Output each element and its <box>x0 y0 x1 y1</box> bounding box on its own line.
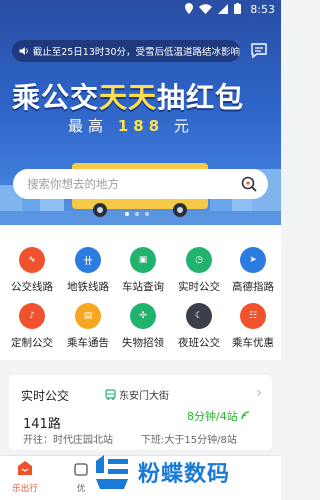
carousel-dot <box>125 212 129 216</box>
wifi-icon <box>199 3 212 14</box>
navigation-icon: ➤ <box>240 247 266 273</box>
grid-item-label: 地铁线路 <box>67 281 109 293</box>
bus-icon <box>105 389 116 400</box>
grid-item-label: 乘车优惠 <box>232 337 274 349</box>
location-icon <box>185 3 193 14</box>
battery-icon <box>234 3 241 14</box>
signal-icon <box>218 3 228 14</box>
discount-icon: ☷ <box>240 303 266 329</box>
next-bus-text: 下班:大于15分钟/8站 <box>141 435 237 446</box>
route-name: 141路 <box>23 417 61 432</box>
tab-label: 乐出行 <box>12 484 38 494</box>
grid-item-label: 实时公交 <box>178 281 220 293</box>
search-bar[interactable]: 搜索你想去的地方 <box>13 169 268 199</box>
watermark: 粉蝶数码 <box>92 452 230 492</box>
grid-item-custom-bus[interactable]: ♪ 定制公交 <box>4 303 60 363</box>
grid-item-label: 夜班公交 <box>178 337 220 349</box>
service-grid: ∿ 公交线路 卄 地铁线路 ▣ 车站查询 ◷ 实时公交 ➤ 高德指路 ♪ 定制公… <box>0 225 281 360</box>
banner-sub-prefix: 最高 <box>68 117 109 135</box>
watermark-logo-icon <box>96 455 128 489</box>
night-icon: ☾ <box>186 303 212 329</box>
bag-icon <box>74 463 88 476</box>
station-label: 东安门大街 <box>105 387 169 402</box>
grid-item-lost-found[interactable]: ✣ 失物招领 <box>115 303 171 363</box>
grid-item-notice[interactable]: ▤ 乘车通告 <box>60 303 116 363</box>
banner-title-highlight: 天天 <box>99 81 158 114</box>
grid-item-label: 失物招领 <box>122 337 164 349</box>
realtime-bus-card[interactable]: 实时公交 东安门大街 › 141路 8分钟/4站 开往：时代庄园北站 下班:大于… <box>9 375 272 450</box>
home-icon <box>18 461 32 475</box>
grid-item-label: 公交线路 <box>11 281 53 293</box>
search-icon[interactable] <box>240 175 258 193</box>
search-placeholder[interactable]: 搜索你想去的地方 <box>27 176 240 192</box>
chevron-right-icon[interactable]: › <box>256 385 262 401</box>
signal-wave-icon <box>241 411 250 420</box>
grid-item-label: 定制公交 <box>11 337 53 349</box>
custom-bus-icon: ♪ <box>19 303 45 329</box>
banner-subtitle: 最高 188 元 <box>68 115 194 136</box>
banner-title: 乘公交天天抽红包 <box>12 76 244 116</box>
notice-text: 截止至25日13时30分，受雪后低温道路结冰影响 <box>32 47 240 58</box>
carousel-dot <box>145 212 149 216</box>
grid-item-label: 高德指路 <box>232 281 274 293</box>
status-bar: 8:53 <box>0 0 281 20</box>
grid-item-navigation[interactable]: ➤ 高德指路 <box>225 247 281 307</box>
bus-route-icon: ∿ <box>19 247 45 273</box>
direction-text: 开往：时代庄园北站 <box>23 435 113 446</box>
realtime-icon: ◷ <box>186 247 212 273</box>
subway-icon: 卄 <box>75 247 101 273</box>
tab-le-chuxing[interactable]: 乐出行 <box>0 460 50 494</box>
puzzle-icon: ✣ <box>130 303 156 329</box>
grid-item-night-bus[interactable]: ☾ 夜班公交 <box>171 303 227 363</box>
grid-item-discount[interactable]: ☷ 乘车优惠 <box>225 303 281 363</box>
station-name: 东安门大街 <box>119 391 169 402</box>
grid-item-realtime[interactable]: ◷ 实时公交 <box>171 247 227 307</box>
notice-bar[interactable]: 截止至25日13时30分，受雪后低温道路结冰影响 <box>12 40 240 62</box>
station-icon: ▣ <box>130 247 156 273</box>
grid-item-station[interactable]: ▣ 车站查询 <box>115 247 171 307</box>
watermark-text: 粉蝶数码 <box>138 462 231 487</box>
arrival-text: 8分钟/4站 <box>187 410 238 423</box>
grid-item-label: 车站查询 <box>122 281 164 293</box>
grid-item-label: 乘车通告 <box>67 337 109 349</box>
carousel-dots <box>125 212 149 216</box>
banner-sub-unit: 元 <box>173 117 194 135</box>
banner-title-part3: 抽红包 <box>157 81 245 114</box>
speaker-icon <box>19 47 28 55</box>
carousel-dot <box>135 212 139 216</box>
arrival-info: 8分钟/4站 <box>187 408 250 424</box>
grid-item-bus-route[interactable]: ∿ 公交线路 <box>4 247 60 307</box>
notice-icon: ▤ <box>75 303 101 329</box>
banner-sub-amount: 188 <box>117 117 165 135</box>
hero-banner[interactable]: 8:53 截止至25日13时30分，受雪后低温道路结冰影响 乘公交天天抽红包 最… <box>0 0 281 225</box>
card-title: 实时公交 <box>21 389 70 403</box>
message-icon[interactable] <box>249 41 269 61</box>
banner-title-part1: 乘公交 <box>12 81 100 114</box>
status-time: 8:53 <box>250 3 275 16</box>
grid-item-subway[interactable]: 卄 地铁线路 <box>60 247 116 307</box>
